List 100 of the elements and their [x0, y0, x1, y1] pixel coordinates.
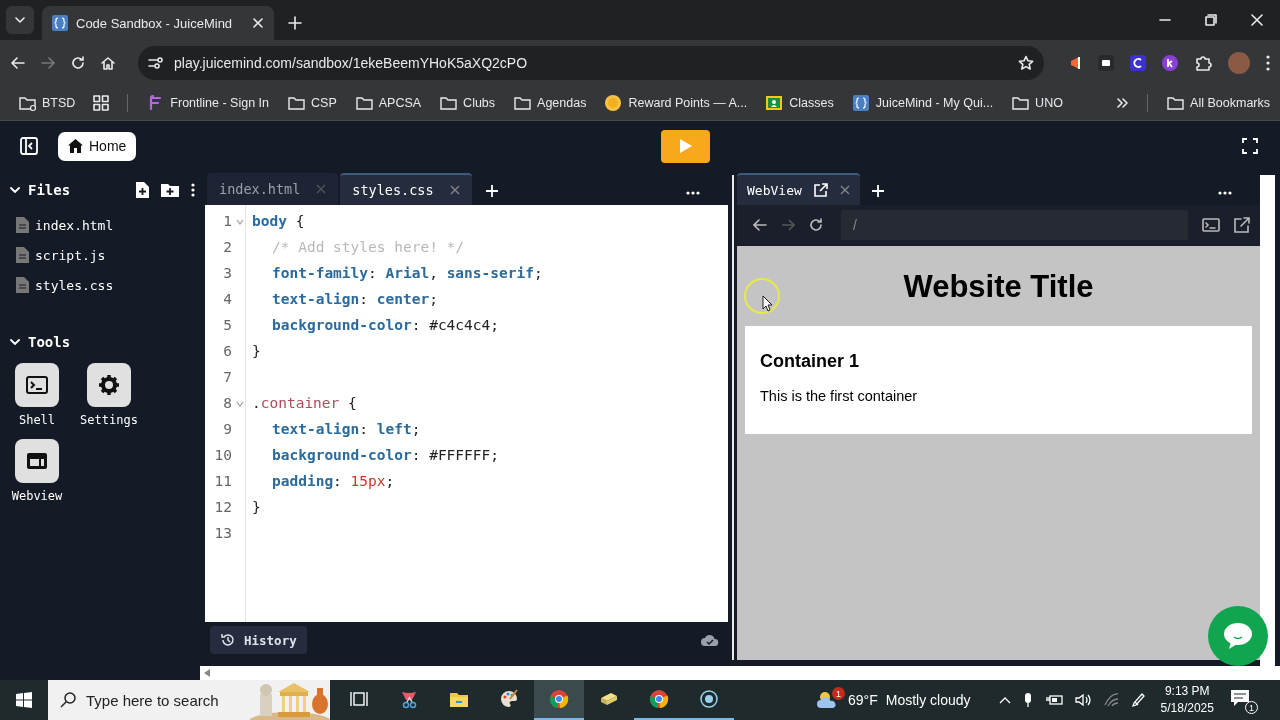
caret-icon [15, 17, 25, 23]
extension-icon[interactable] [1068, 54, 1082, 71]
more-icon[interactable] [1218, 191, 1232, 195]
reload-icon[interactable] [809, 218, 823, 232]
close-icon[interactable] [449, 185, 460, 195]
bookmark[interactable]: Agendas [513, 93, 587, 112]
bookmark[interactable]: UNO [1011, 93, 1063, 112]
bookmark[interactable]: All Bookmarks [1166, 93, 1270, 112]
new-folder-icon[interactable] [161, 183, 179, 197]
apps-icon[interactable] [93, 94, 110, 111]
tool-button[interactable] [15, 439, 59, 483]
chrome-icon [549, 689, 569, 709]
back-icon[interactable] [10, 54, 26, 71]
forward-icon [40, 54, 56, 71]
chat-icon [1223, 622, 1253, 650]
fullscreen-icon[interactable] [1242, 138, 1258, 154]
more-icon[interactable] [686, 191, 700, 195]
sidebar-toggle-icon[interactable] [20, 137, 38, 155]
line-number: 11 [214, 473, 232, 489]
tool-label: Webview [11, 489, 63, 503]
history-button[interactable]: History [210, 626, 307, 654]
extension-icon[interactable] [1130, 54, 1146, 71]
file-item[interactable]: index.html [16, 217, 205, 233]
tool-label: Shell [18, 413, 56, 427]
volume-icon[interactable] [1074, 693, 1091, 707]
bookmark[interactable]: Frontline - Sign In [146, 93, 269, 112]
search-field[interactable]: Type here to search [48, 680, 330, 720]
home-button[interactable]: Home [58, 131, 137, 161]
menu-icon[interactable] [1266, 54, 1270, 71]
classroom-icon [765, 93, 784, 112]
notification-icon[interactable] [1229, 689, 1250, 707]
bookmark[interactable]: BTSD [18, 93, 76, 112]
fold-caret-icon[interactable] [236, 401, 244, 407]
file-icon [16, 277, 29, 293]
site-settings-icon[interactable] [148, 55, 164, 70]
address-bar[interactable]: play.juicemind.com/sandbox/1ekeBeemYHoK5aXQ2cPO [138, 45, 1044, 80]
scrollbar[interactable] [1260, 175, 1275, 666]
more-icon[interactable] [191, 183, 195, 197]
pen-icon[interactable] [1130, 692, 1145, 708]
file-item[interactable]: script.js [16, 247, 205, 263]
add-tab-icon[interactable] [485, 185, 498, 197]
bookmark[interactable]: Reward Points — A... [604, 93, 748, 112]
code-line: } [251, 499, 261, 515]
notification-badge: 1 [1244, 701, 1258, 714]
new-tab-icon[interactable] [288, 16, 302, 30]
wifi-icon[interactable] [1102, 693, 1119, 707]
browser-tab[interactable]: Code Sandbox - JuiceMind [42, 6, 274, 40]
chevron-up-icon[interactable] [998, 696, 1011, 704]
fold-caret-icon[interactable] [236, 219, 244, 225]
bookmark[interactable]: JuiceMind - My Qui... [851, 93, 994, 112]
code-line: background-color: #c4c4c4; [271, 317, 499, 333]
extension-icon[interactable] [1098, 54, 1114, 71]
path-field[interactable]: / [841, 210, 1188, 240]
weather-text: Mostly cloudy [885, 692, 971, 708]
battery-icon[interactable] [1044, 694, 1063, 706]
new-file-icon[interactable] [135, 182, 149, 198]
run-button[interactable] [661, 129, 710, 163]
code-line: font-family: Arial, sans-serif; [271, 265, 543, 281]
webview-tab[interactable]: WebView [737, 173, 860, 205]
scissors-icon [399, 689, 419, 709]
reload-icon[interactable] [70, 54, 86, 71]
container-heading: Container 1 [760, 351, 861, 372]
tool-button[interactable] [15, 363, 59, 407]
code-line: body { [251, 213, 305, 229]
editor-tab[interactable]: styles.css [340, 173, 472, 205]
chat-button[interactable] [1208, 606, 1268, 666]
section-heading: Tools [28, 334, 71, 350]
bookmark[interactable]: Clubs [439, 93, 496, 112]
add-tab-icon[interactable] [871, 185, 884, 197]
scroll-left-icon[interactable] [204, 669, 210, 677]
bookmark[interactable]: APCSA [354, 93, 422, 112]
taskbar-app[interactable] [534, 680, 584, 720]
code-line: padding: 15px; [271, 473, 395, 489]
extension-icon[interactable] [1162, 54, 1178, 71]
code-line: text-align: center; [271, 291, 438, 307]
microphone-icon[interactable] [1022, 692, 1033, 708]
tool-label: Settings [80, 413, 138, 427]
puzzle-icon[interactable] [1194, 53, 1212, 72]
braces-icon [52, 15, 68, 31]
editor-tab[interactable]: index.html [207, 173, 339, 205]
chevrons-icon[interactable] [1117, 96, 1130, 109]
section-heading: Files [28, 182, 71, 198]
file-item[interactable]: styles.css [16, 277, 205, 293]
line-number: 9 [223, 421, 232, 437]
external-link-icon[interactable] [1234, 217, 1250, 233]
circle-icon [699, 689, 719, 709]
file-icon [16, 217, 29, 233]
bookmark[interactable]: Classes [765, 93, 834, 112]
bookmark[interactable]: CSP [287, 93, 337, 112]
line-number: 3 [223, 265, 232, 281]
star-icon[interactable] [1018, 54, 1034, 71]
tab-list-button[interactable] [6, 6, 34, 34]
chevron-down-icon[interactable] [10, 339, 20, 345]
back-icon[interactable] [753, 218, 767, 232]
tool-button[interactable] [87, 363, 131, 407]
chevron-down-icon[interactable] [10, 187, 20, 193]
close-icon[interactable] [839, 185, 850, 195]
console-icon[interactable] [1202, 218, 1220, 232]
palette-icon [499, 689, 519, 709]
home-icon[interactable] [100, 54, 116, 71]
